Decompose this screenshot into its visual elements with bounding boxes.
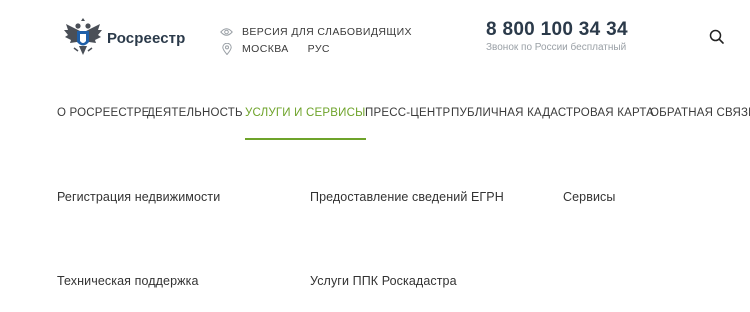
hotline-note: Звонок по России бесплатный [486,42,627,53]
nav-item-services[interactable]: УСЛУГИ И СЕРВИСЫ [245,106,366,140]
nav-item-about[interactable]: О РОСРЕЕСТРЕ [57,106,150,140]
nav-item-press-center[interactable]: ПРЕСС-ЦЕНТР [365,106,450,140]
submenu-item-rosreestr-cadastre-services[interactable]: Услуги ППК Роскадастра [310,274,457,288]
submenu-item-real-estate-registration[interactable]: Регистрация недвижимости [57,190,220,204]
logo-text: Росреестр [107,29,186,47]
eye-icon [220,26,233,38]
hotline-phone[interactable]: 8 800 100 34 34 [486,19,628,41]
region-language-row: МОСКВА РУС [220,43,330,55]
submenu-item-tech-support[interactable]: Техническая поддержка [57,274,199,288]
eagle-emblem-icon [64,18,102,55]
submenu-item-egrn-info[interactable]: Предоставление сведений ЕГРН [310,190,504,204]
city-selector[interactable]: МОСКВА [242,43,289,55]
accessibility-link[interactable]: ВЕРСИЯ ДЛЯ СЛАБОВИДЯЩИХ [220,26,412,38]
nav-item-cadastral-map[interactable]: ПУБЛИЧНАЯ КАДАСТРОВАЯ КАРТА [451,106,654,140]
nav-item-feedback[interactable]: ОБРАТНАЯ СВЯЗЬ [650,106,750,140]
nav-item-activity[interactable]: ДЕЯТЕЛЬНОСТЬ [147,106,243,140]
search-icon [709,29,724,44]
submenu-item-services[interactable]: Сервисы [563,190,616,204]
accessibility-label: ВЕРСИЯ ДЛЯ СЛАБОВИДЯЩИХ [242,26,412,38]
search-button[interactable] [708,28,726,46]
main-nav: О РОСРЕЕСТРЕ ДЕЯТЕЛЬНОСТЬ УСЛУГИ И СЕРВИ… [0,106,750,140]
language-selector[interactable]: РУС [308,43,330,55]
logo[interactable]: Росреестр [62,18,185,58]
location-pin-icon [220,43,233,55]
